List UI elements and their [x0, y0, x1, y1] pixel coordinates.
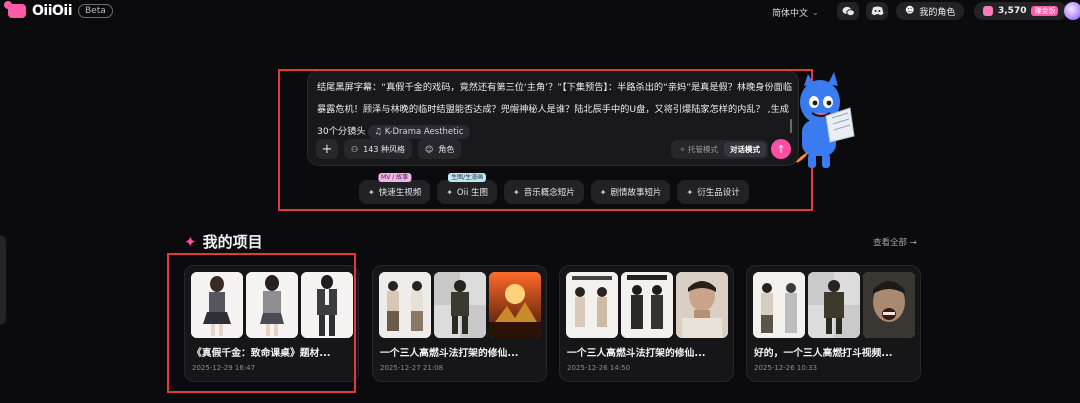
thumbnail-strip	[753, 272, 915, 338]
coin-icon	[983, 6, 993, 16]
project-date: 2025-12-26 10:33	[754, 364, 818, 372]
mascot-illustration	[796, 72, 855, 168]
highlight-box	[167, 253, 356, 393]
project-title: 一个三人高燃斗法打架的修仙...	[380, 348, 519, 359]
face-icon: ☻	[905, 6, 915, 16]
thumbnail	[489, 272, 541, 338]
wechat-icon	[842, 6, 855, 16]
see-all-link[interactable]: 查看全部 →	[873, 236, 917, 248]
project-date: 2025-12-26 14:50	[567, 364, 631, 372]
projects-title: 我的项目	[202, 233, 263, 251]
thumbnail	[379, 272, 431, 338]
thumbnail-strip	[379, 272, 541, 338]
chevron-down-icon: ⌄	[812, 8, 819, 17]
project-title: 好的，一个三人高燃打斗视频...	[754, 348, 893, 359]
discord-icon	[871, 6, 883, 16]
sparkle-icon: ✦	[184, 232, 197, 251]
thumbnail	[434, 272, 486, 338]
logo[interactable]: OiiOii Beta	[4, 1, 113, 19]
my-role-button[interactable]: ☻ 我的角色	[896, 2, 965, 20]
thumbnail	[753, 272, 805, 338]
discord-button[interactable]	[866, 2, 888, 20]
avatar[interactable]	[1064, 2, 1080, 20]
credits-value: 3,570	[998, 6, 1027, 16]
thumbnail	[676, 272, 728, 338]
project-title: 一个三人高燃斗法打架的修仙...	[567, 348, 706, 359]
thumbnail	[566, 272, 618, 338]
thumbnail-strip	[566, 272, 728, 338]
projects-heading: ✦ 我的项目	[184, 231, 263, 252]
thumbnail	[863, 272, 915, 338]
logo-text: OiiOii	[32, 3, 73, 19]
highlight-box	[278, 69, 813, 211]
language-select[interactable]: 简体中文 ⌄	[772, 6, 819, 19]
project-card[interactable]: 一个三人高燃斗法打架的修仙... 2025-12-26 14:50	[559, 265, 734, 382]
beta-badge: Beta	[78, 4, 113, 18]
top-bar: OiiOii Beta 简体中文 ⌄ ☻ 我的角色 3,570 赚金饭	[0, 0, 1080, 24]
thumbnail	[621, 272, 673, 338]
my-role-label: 我的角色	[919, 7, 956, 18]
credits-button[interactable]: 3,570 赚金饭	[974, 2, 1068, 20]
earn-badge: 赚金饭	[1031, 6, 1059, 16]
sidebar-toggle[interactable]	[0, 235, 6, 325]
project-card[interactable]: 一个三人高燃斗法打架的修仙... 2025-12-27 21:08	[372, 265, 547, 382]
project-date: 2025-12-27 21:08	[380, 364, 444, 372]
thumbnail	[808, 272, 860, 338]
language-label: 简体中文	[772, 9, 809, 19]
wechat-button[interactable]	[837, 2, 859, 20]
project-card[interactable]: 好的，一个三人高燃打斗视频... 2025-12-26 10:33	[746, 265, 921, 382]
logo-icon	[4, 1, 26, 18]
